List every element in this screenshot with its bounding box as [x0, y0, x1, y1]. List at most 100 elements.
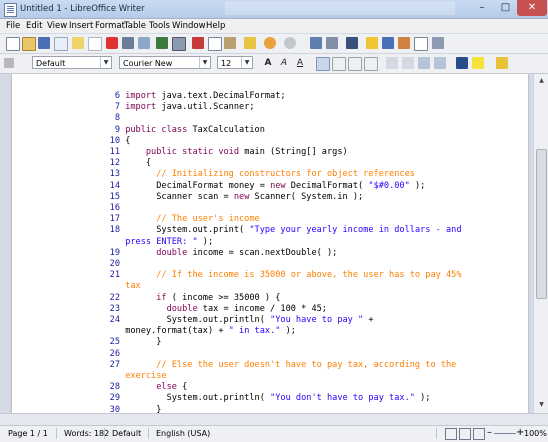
page-indicator[interactable]: Page 1 / 1 — [8, 429, 48, 438]
code-line[interactable]: 13 // Initializing constructors for obje… — [90, 169, 490, 180]
menu-table[interactable]: Table — [124, 21, 146, 31]
code-line[interactable]: 10 { — [90, 136, 490, 147]
export-icon[interactable] — [88, 37, 102, 51]
code-line[interactable]: 8 — [90, 113, 490, 124]
navigator-icon[interactable] — [398, 37, 410, 49]
bullets-icon[interactable] — [402, 57, 414, 69]
code-line[interactable]: 22 if ( income >= 35000 ) { — [90, 293, 490, 304]
code-line[interactable]: 20 — [90, 259, 490, 270]
hyperlink-icon[interactable] — [310, 37, 322, 49]
minimize-button[interactable]: – — [470, 0, 494, 16]
code-line[interactable]: 18 System.out.print( "Type your yearly i… — [90, 225, 490, 236]
code-line[interactable]: 11 public static void main (String[] arg… — [90, 147, 490, 158]
code-line[interactable]: 25 } — [90, 337, 490, 348]
menu-view[interactable]: View — [47, 21, 67, 31]
code-line[interactable]: 29 System.out.println( "You don't have t… — [90, 393, 490, 404]
code-line[interactable]: 14 DecimalFormat money = new DecimalForm… — [90, 181, 490, 192]
page-style[interactable]: Default — [112, 429, 141, 438]
menu-file[interactable]: File — [6, 21, 20, 31]
language-indicator[interactable]: English (USA) — [156, 429, 210, 438]
print-preview-icon[interactable] — [138, 37, 150, 49]
formatting-marks-icon[interactable] — [414, 37, 428, 51]
code-line[interactable]: 6 import java.text.DecimalFormat; — [90, 91, 490, 102]
multi-page-view-icon[interactable] — [459, 428, 471, 440]
undo-icon[interactable] — [264, 37, 276, 49]
code-line[interactable]: exercise — [90, 371, 490, 382]
single-page-view-icon[interactable] — [445, 428, 457, 440]
open-folder-icon[interactable] — [22, 37, 36, 51]
menu-tools[interactable]: Tools — [149, 21, 170, 31]
print-icon[interactable] — [122, 37, 134, 49]
word-count[interactable]: Words: 182 — [64, 429, 109, 438]
copy-icon[interactable] — [208, 37, 222, 51]
code-line[interactable]: 23 double tax = income / 100 * 45; — [90, 304, 490, 315]
underline-icon[interactable]: A — [294, 57, 306, 69]
scroll-up-icon[interactable]: ▲ — [536, 75, 547, 87]
zoom-out-icon[interactable]: – — [487, 427, 492, 438]
table-icon[interactable] — [326, 37, 338, 49]
menu-edit[interactable]: Edit — [26, 21, 42, 31]
align-center-icon[interactable] — [332, 57, 346, 71]
code-text[interactable]: 6 import java.text.DecimalFormat; 7 impor… — [90, 91, 490, 413]
numbering-icon[interactable] — [386, 57, 398, 69]
edit-file-icon[interactable] — [72, 37, 84, 49]
code-line[interactable]: press ENTER: " ); — [90, 237, 490, 248]
bold-icon[interactable]: A — [262, 57, 274, 69]
book-view-icon[interactable] — [473, 428, 485, 440]
clone-format-icon[interactable] — [244, 37, 256, 49]
code-line[interactable]: 15 Scanner scan = new Scanner( System.in… — [90, 192, 490, 203]
cut-icon[interactable] — [192, 37, 204, 49]
highlighting-icon[interactable] — [472, 57, 484, 69]
draw-functions-icon[interactable] — [366, 37, 378, 49]
maximize-button[interactable]: □ — [494, 0, 517, 16]
email-icon[interactable] — [54, 37, 68, 51]
paste-icon[interactable] — [224, 37, 236, 49]
menu-format[interactable]: Format — [95, 21, 125, 31]
code-line[interactable]: 19 double income = scan.nextDouble( ); — [90, 248, 490, 259]
menu-insert[interactable]: Insert — [69, 21, 93, 31]
code-line[interactable]: 24 System.out.println( "You have to pay … — [90, 315, 490, 326]
find-replace-icon[interactable] — [382, 37, 394, 49]
scroll-thumb[interactable] — [536, 149, 547, 299]
align-right-icon[interactable] — [348, 57, 362, 71]
autospellcheck-icon[interactable] — [172, 37, 186, 51]
styles-icon[interactable] — [4, 58, 14, 68]
code-line[interactable]: 26 — [90, 349, 490, 360]
increase-indent-icon[interactable] — [434, 57, 446, 69]
close-button[interactable]: ✕ — [517, 0, 547, 16]
font-color-icon[interactable] — [456, 57, 468, 69]
code-line[interactable]: 16 — [90, 203, 490, 214]
new-document-icon[interactable] — [6, 37, 20, 51]
code-line[interactable]: 9 public class TaxCalculation — [90, 125, 490, 136]
spellcheck-icon[interactable] — [156, 37, 168, 49]
document-page[interactable]: 6 import java.text.DecimalFormat; 7 impor… — [12, 74, 528, 413]
code-line[interactable]: 30 } — [90, 405, 490, 413]
scroll-down-icon[interactable]: ▼ — [536, 399, 547, 411]
help-icon[interactable] — [432, 37, 444, 49]
redo-icon[interactable] — [284, 37, 296, 49]
font-name-combo[interactable]: Courier New ▼ — [119, 56, 211, 69]
code-line[interactable]: 7 import java.util.Scanner; — [90, 102, 490, 113]
code-line[interactable]: 12 { — [90, 158, 490, 169]
save-icon[interactable] — [38, 37, 50, 49]
zoom-slider[interactable] — [494, 433, 516, 434]
align-left-icon[interactable] — [316, 57, 330, 71]
zoom-level[interactable]: 100% — [524, 429, 547, 438]
italic-icon[interactable]: A — [278, 57, 290, 69]
justify-icon[interactable] — [364, 57, 378, 71]
background-color-icon[interactable] — [496, 57, 508, 69]
code-line[interactable]: money.format(tax) + " in tax." ); — [90, 326, 490, 337]
document-area[interactable]: 6 import java.text.DecimalFormat; 7 impor… — [0, 74, 533, 413]
export-pdf-icon[interactable] — [106, 37, 118, 49]
menu-window[interactable]: Window — [172, 21, 206, 31]
font-size-combo[interactable]: 12 ▼ — [217, 56, 253, 69]
code-line[interactable]: 17 // The user's income — [90, 214, 490, 225]
image-icon[interactable] — [346, 37, 358, 49]
code-line[interactable]: 21 // If the income is 35000 or above, t… — [90, 270, 490, 281]
code-line[interactable]: tax — [90, 281, 490, 292]
code-line[interactable]: 28 else { — [90, 382, 490, 393]
menu-help[interactable]: Help — [206, 21, 225, 31]
code-line[interactable]: 27 // Else the user doesn't have to pay … — [90, 360, 490, 371]
paragraph-style-combo[interactable]: Default ▼ — [32, 56, 112, 69]
vertical-scrollbar[interactable]: ▲ ▼ — [533, 74, 548, 413]
